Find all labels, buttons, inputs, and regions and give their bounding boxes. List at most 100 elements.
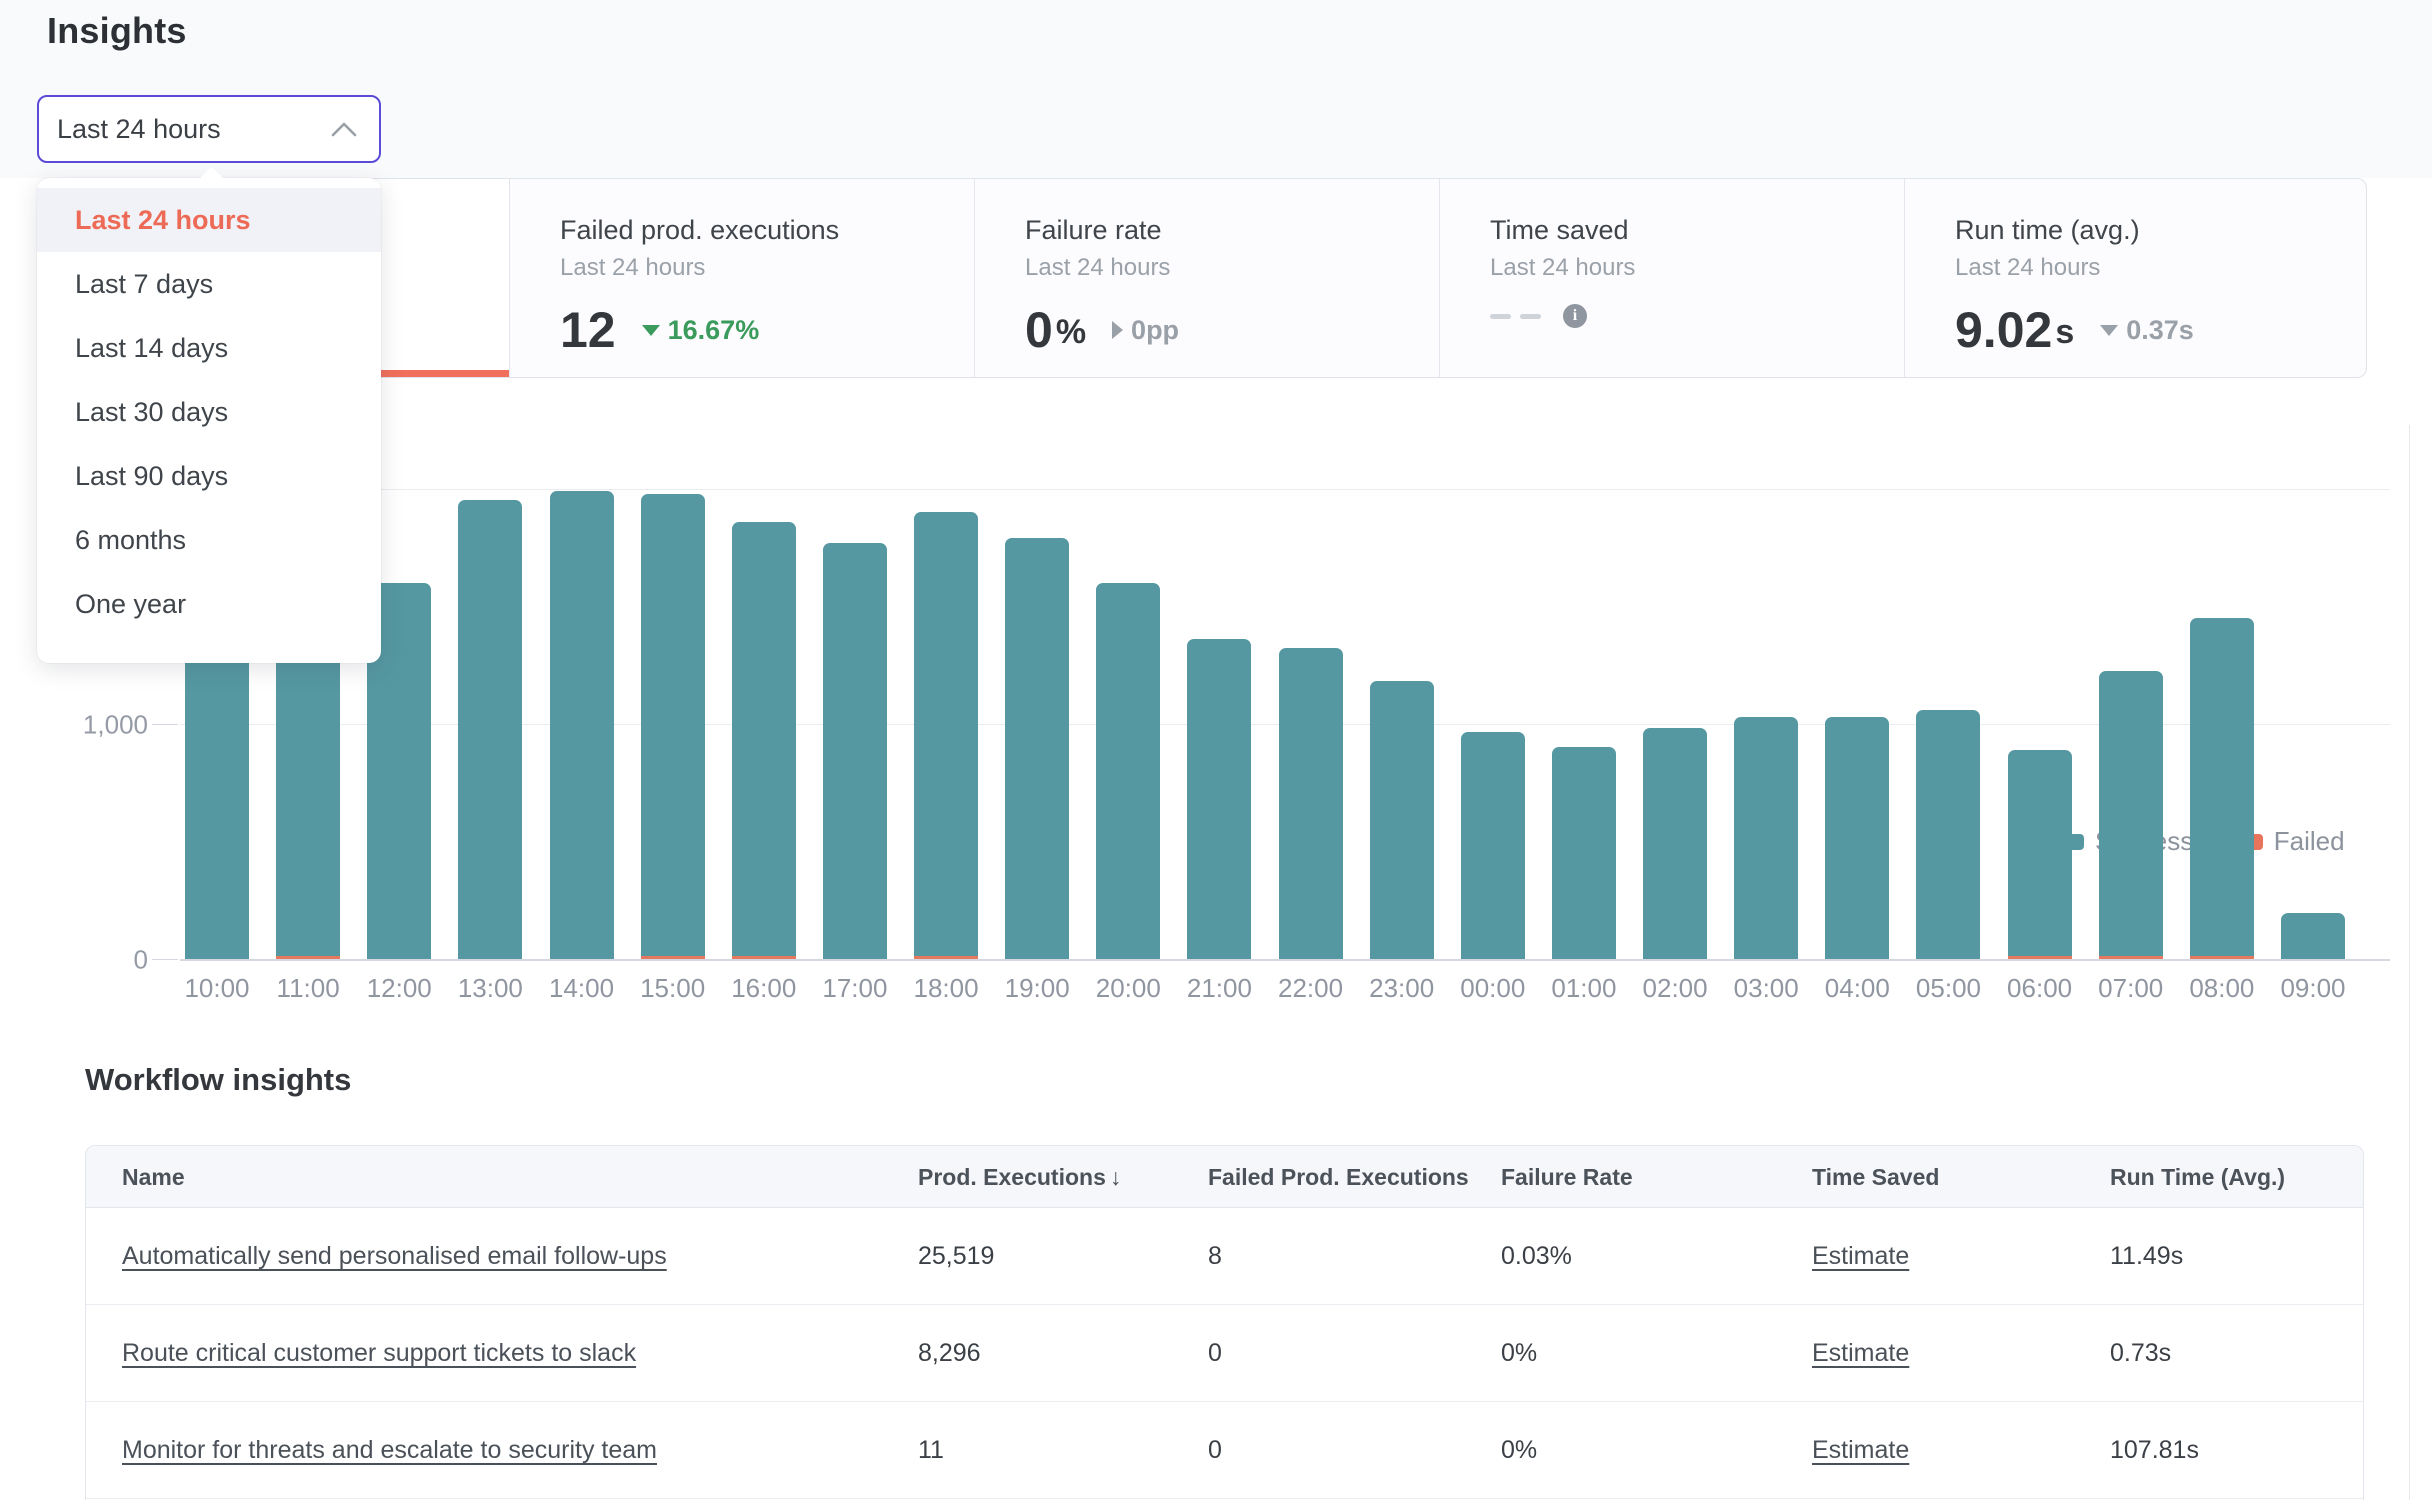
time-range-select[interactable]: Last 24 hours — [37, 95, 381, 163]
workflow-insights-table: Name Prod. Executions↓ Failed Prod. Execut… — [85, 1145, 2364, 1500]
time-range-dropdown-menu: Last 24 hoursLast 7 daysLast 14 daysLast… — [37, 178, 381, 663]
column-header-label: Prod. Executions — [918, 1164, 1106, 1191]
menu-option-last-7-days[interactable]: Last 7 days — [37, 252, 381, 316]
card-title: Time saved — [1490, 215, 1904, 246]
card-value: 9.02 — [1955, 304, 2052, 356]
cell-failure-rate: 0.03% — [1501, 1208, 1572, 1305]
column-header-prod-executions[interactable]: Prod. Executions↓ — [918, 1146, 1121, 1208]
bar-08:00 — [2190, 618, 2254, 959]
bar-05:00 — [1916, 710, 1980, 959]
menu-option-last-90-days[interactable]: Last 90 days — [37, 444, 381, 508]
triangle-down-icon — [642, 325, 660, 336]
cell-run-time-avg: 11.49s — [2110, 1208, 2183, 1305]
page-title: Insights — [47, 10, 187, 52]
bar-21:00 — [1187, 639, 1251, 959]
card-value-row: 0%0pp — [1025, 304, 1439, 356]
y-axis-label: 1,000 — [0, 710, 148, 741]
x-axis-line — [180, 959, 2390, 961]
workflow-link[interactable]: Automatically send personalised email fo… — [122, 1242, 667, 1271]
estimate-link[interactable]: Estimate — [1812, 1242, 1909, 1271]
card-value: 12 — [560, 304, 616, 356]
table-row: Route critical customer support tickets … — [86, 1305, 2363, 1402]
cell-failed-prod-executions: 8 — [1208, 1208, 1222, 1305]
summary-card-time-saved[interactable]: Time savedLast 24 hoursi — [1439, 179, 1904, 377]
menu-option-last-24-hours[interactable]: Last 24 hours — [37, 188, 381, 252]
cell-name: Route critical customer support tickets … — [122, 1305, 636, 1402]
card-delta: 0.37s — [2100, 315, 2194, 346]
cell-failed-prod-executions: 0 — [1208, 1305, 1222, 1402]
card-value: 0 — [1025, 304, 1053, 356]
cell-time-saved-link: Estimate — [1812, 1402, 1909, 1499]
summary-card-failed-prod-executions[interactable]: Failed prod. executionsLast 24 hours1216… — [509, 179, 974, 377]
cell-run-time-avg: 107.81s — [2110, 1402, 2199, 1499]
triangle-down-icon — [2100, 325, 2118, 336]
bar-22:00 — [1279, 648, 1343, 959]
insights-page: Insights Last 24 hours Failed prod. exec… — [0, 0, 2432, 1500]
bar-16:00 — [732, 522, 796, 959]
info-icon[interactable]: i — [1563, 304, 1587, 328]
x-axis-label: 09:00 — [2243, 973, 2383, 1004]
cell-failure-rate: 0% — [1501, 1402, 1537, 1499]
card-delta: 16.67% — [642, 315, 760, 346]
sort-descending-icon: ↓ — [1110, 1164, 1122, 1191]
column-header-label: Run Time (Avg.) — [2110, 1164, 2285, 1191]
bar-20:00 — [1096, 583, 1160, 959]
column-header-name[interactable]: Name — [122, 1146, 185, 1208]
cell-prod-executions: 11 — [918, 1402, 944, 1499]
cell-time-saved-link: Estimate — [1812, 1208, 1909, 1305]
time-range-selected-label: Last 24 hours — [57, 114, 221, 145]
card-title: Failure rate — [1025, 215, 1439, 246]
bar-14:00 — [550, 491, 614, 959]
failed-segment — [732, 956, 796, 959]
bar-00:00 — [1461, 732, 1525, 959]
bar-19:00 — [1005, 538, 1069, 959]
failed-segment — [2099, 956, 2163, 959]
workflow-link[interactable]: Route critical customer support tickets … — [122, 1339, 636, 1368]
bar-02:00 — [1643, 728, 1707, 959]
column-header-label: Time Saved — [1812, 1164, 1939, 1191]
estimate-link[interactable]: Estimate — [1812, 1436, 1909, 1465]
cell-prod-executions: 25,519 — [918, 1208, 994, 1305]
y-axis-tick — [152, 959, 178, 960]
bar-18:00 — [914, 512, 978, 959]
cell-time-saved-link: Estimate — [1812, 1305, 1909, 1402]
bar-04:00 — [1825, 717, 1889, 959]
summary-card-run-time-avg[interactable]: Run time (avg.)Last 24 hours9.02s0.37s — [1904, 179, 2368, 377]
column-header-failed-prod-executions[interactable]: Failed Prod. Executions — [1208, 1146, 1469, 1208]
bar-15:00 — [641, 494, 705, 959]
menu-option-last-14-days[interactable]: Last 14 days — [37, 316, 381, 380]
card-subtitle: Last 24 hours — [560, 254, 974, 282]
gridline-2000 — [180, 489, 2390, 490]
summary-card-failure-rate[interactable]: Failure rate Last 24 hours 0%0pp — [974, 179, 1439, 377]
scrollbar-track[interactable] — [2409, 425, 2410, 1500]
card-delta-text: 0.37s — [2126, 315, 2194, 346]
empty-value-dashes — [1490, 314, 1541, 319]
table-row: Automatically send personalised email fo… — [86, 1208, 2363, 1305]
menu-option-one-year[interactable]: One year — [37, 572, 381, 636]
workflow-link[interactable]: Monitor for threats and escalate to secu… — [122, 1436, 657, 1465]
card-value-row: 9.02s0.37s — [1955, 304, 2368, 356]
workflow-insights-heading: Workflow insights — [85, 1062, 351, 1098]
menu-option-6-months[interactable]: 6 months — [37, 508, 381, 572]
legend-item-failed[interactable]: Failed — [2247, 826, 2345, 857]
estimate-link[interactable]: Estimate — [1812, 1339, 1909, 1368]
column-header-label: Failed Prod. Executions — [1208, 1164, 1469, 1191]
failed-segment — [2008, 956, 2072, 959]
bar-13:00 — [458, 500, 522, 959]
y-axis-label: 0 — [0, 945, 148, 976]
column-header-label: Name — [122, 1164, 185, 1191]
failed-segment — [276, 956, 340, 959]
column-header-time-saved[interactable]: Time Saved — [1812, 1146, 1939, 1208]
y-axis-tick — [152, 724, 178, 725]
card-value-row: i — [1490, 304, 1904, 328]
bar-06:00 — [2008, 750, 2072, 959]
column-header-failure-rate[interactable]: Failure Rate — [1501, 1146, 1633, 1208]
column-header-run-time-avg-[interactable]: Run Time (Avg.) — [2110, 1146, 2285, 1208]
card-subtitle: Last 24 hours — [1025, 254, 1439, 282]
card-delta: 0pp — [1112, 315, 1179, 346]
bar-07:00 — [2099, 671, 2163, 959]
cell-name: Automatically send personalised email fo… — [122, 1208, 667, 1305]
cell-name: Monitor for threats and escalate to secu… — [122, 1402, 657, 1499]
summary-cards-row: Failed prod. executionsLast 24 hours1216… — [38, 178, 2367, 378]
menu-option-last-30-days[interactable]: Last 30 days — [37, 380, 381, 444]
